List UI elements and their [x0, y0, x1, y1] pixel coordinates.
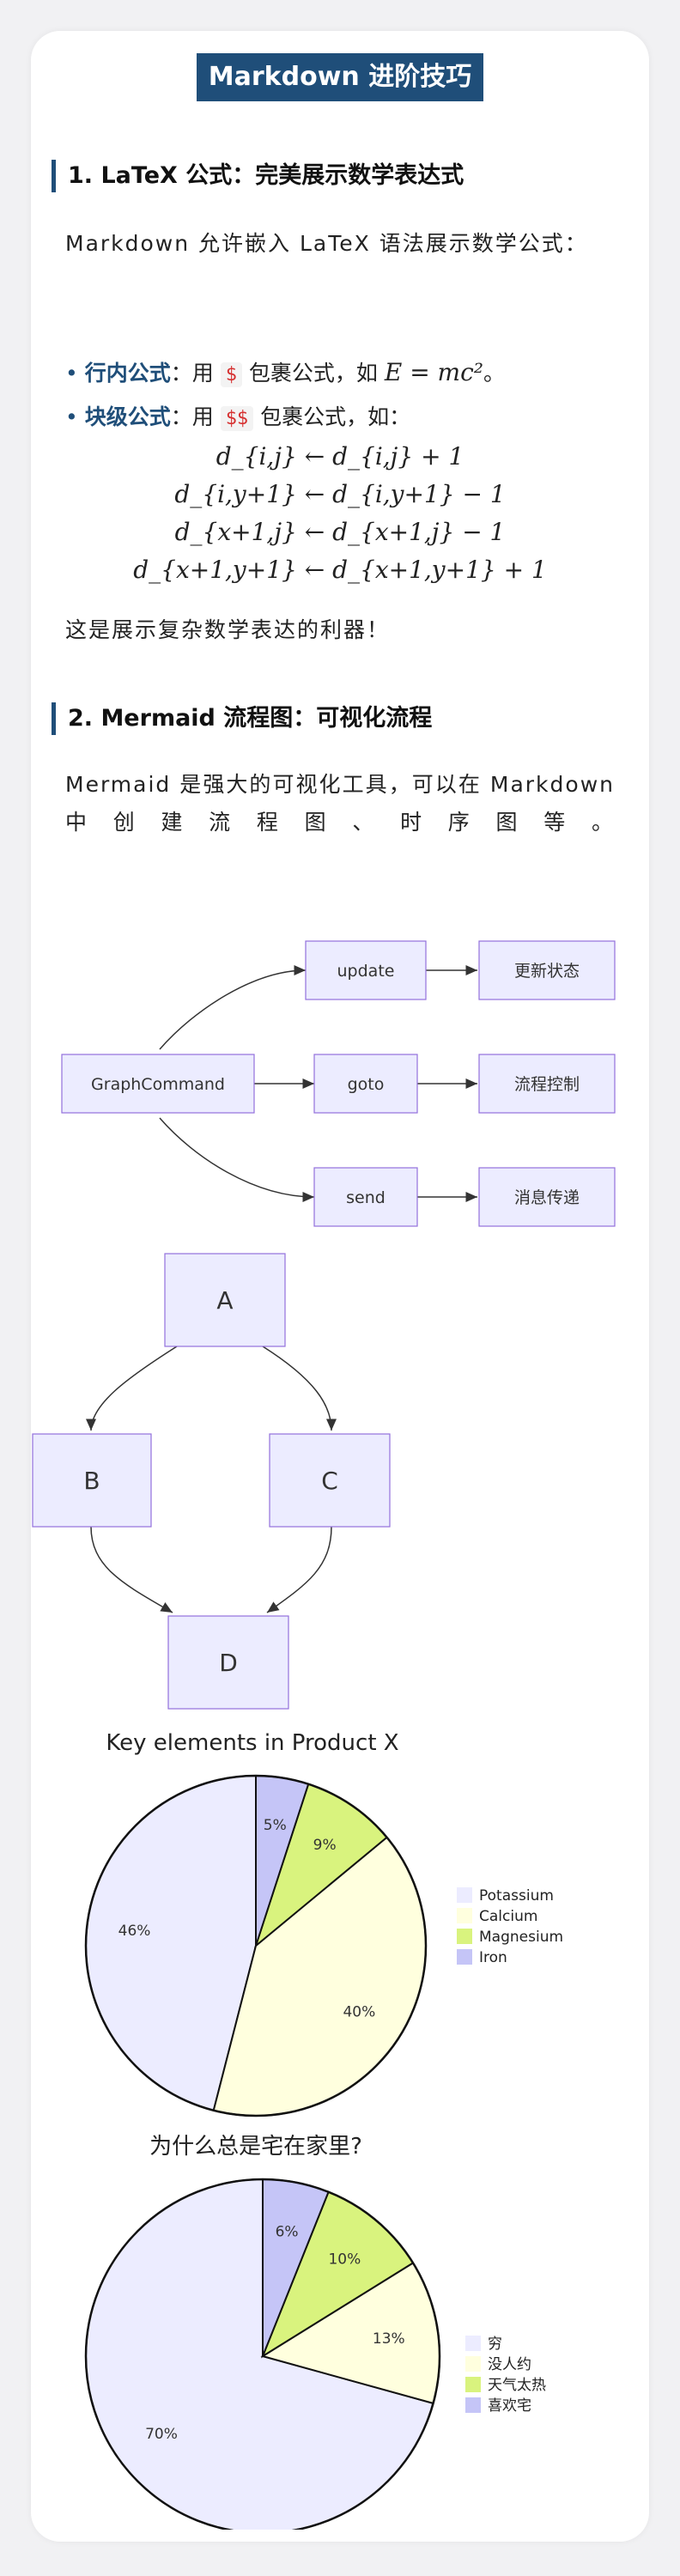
flow-edge [159, 1117, 315, 1202]
pie-slice-label: 6% [276, 2223, 299, 2240]
node-a-label: A [216, 1286, 233, 1315]
bullet-text: ：用 [170, 404, 214, 429]
pie-slice-label: 13% [373, 2330, 405, 2348]
inline-code: $ [220, 362, 242, 387]
legend-swatch [465, 2356, 481, 2372]
flow-edge [266, 1526, 332, 1613]
section2-intro: Mermaid 是强大的可视化工具，可以在 Markdown 中创建流程图、时序… [65, 772, 615, 835]
section1-heading: 1. LaTeX 公式：完美展示数学表达式 [52, 160, 464, 192]
inline-formula: E = mc² [384, 358, 484, 386]
chart-title: 为什么总是宅在家里? [149, 2134, 362, 2160]
pie-slice-label: 9% [313, 1837, 337, 1854]
legend-swatch [457, 1949, 472, 1965]
section1-closing: 这是展示复杂数学表达的利器！ [65, 617, 391, 642]
article-card: Markdown 进阶技巧 1. LaTeX 公式：完美展示数学表达式 Mark… [31, 31, 649, 2542]
bullet-keyword: 行内公式 [84, 361, 171, 386]
equation-4: d_{x+1,y+1} ← d_{x+1,y+1} + 1 [133, 556, 547, 584]
node-message-passing-label: 消息传递 [514, 1188, 580, 1207]
pie-slice-label: 5% [264, 1817, 287, 1834]
node-update-label: update [337, 962, 395, 981]
node-goto-label: goto [348, 1075, 385, 1094]
node-d-label: D [219, 1649, 238, 1677]
legend-swatch [465, 2336, 481, 2351]
bullet-text: ：用 [170, 361, 214, 386]
pie-chart-product-x: Key elements in Product X 46% 40% 9% 5% Potas… [84, 1730, 563, 2117]
node-b-label: B [83, 1467, 100, 1495]
legend-entry: Magnesium [479, 1929, 563, 1946]
equation-3: d_{x+1,j} ← d_{x+1,j} − 1 [174, 518, 506, 546]
flowchart-graphcommand: GraphCommand update goto send 更新状态 流程控制 … [61, 940, 616, 1227]
inline-code: $$ [220, 406, 254, 431]
bullet-keyword: 块级公式 [84, 404, 171, 429]
flow-edge [262, 1346, 337, 1431]
bullet-dot: • [65, 361, 78, 386]
equation-1: d_{i,j} ← d_{i,j} + 1 [216, 442, 464, 471]
pie-slice-label: 70% [145, 2426, 178, 2443]
pie-slice-label: 10% [328, 2251, 361, 2268]
equation-2: d_{i,y+1} ← d_{i,y+1} − 1 [174, 480, 506, 508]
legend-entry: 天气太热 [488, 2377, 546, 2394]
legend-swatch [457, 1929, 472, 1944]
pie-chart-stay-home: 为什么总是宅在家里? 70% 13% 10% 6% 穷没人约天气太热喜欢宅 [84, 2134, 546, 2530]
node-c-label: C [321, 1467, 338, 1495]
bullet-end: 。 [483, 361, 506, 386]
page-title: Markdown 进阶技巧 [31, 53, 649, 101]
legend-entry: Potassium [479, 1887, 554, 1905]
page-title-text: Markdown 进阶技巧 [196, 53, 484, 101]
flow-edge [90, 1526, 173, 1613]
pie-slice-label: 46% [118, 1923, 151, 1940]
legend-entry: 穷 [488, 2336, 502, 2353]
section1-intro: Markdown 允许嵌入 LaTeX 语法展示数学公式： [65, 231, 588, 256]
legend-swatch [457, 1887, 472, 1903]
legend-swatch [465, 2397, 481, 2413]
legend-entry: Calcium [479, 1908, 537, 1925]
node-update-state-label: 更新状态 [514, 962, 580, 981]
bullet-text: 包裹公式，如： [260, 404, 411, 429]
bullet-block-formula: • 块级公式：用 $$ 包裹公式，如： [65, 400, 410, 436]
pie-slice-label: 40% [343, 2003, 375, 2020]
legend-swatch [457, 1908, 472, 1923]
bullet-text: 包裹公式，如 [248, 361, 378, 386]
section2-heading: 2. Mermaid 流程图：可视化流程 [52, 702, 432, 735]
legend-entry: Iron [479, 1949, 507, 1966]
legend-entry: 喜欢宅 [488, 2397, 531, 2415]
bullet-inline-formula: • 行内公式：用 $ 包裹公式，如 E = mc²。 [65, 355, 505, 392]
node-graphcommand-label: GraphCommand [91, 1075, 225, 1094]
bullet-dot: • [65, 404, 78, 429]
node-send-label: send [346, 1188, 386, 1207]
node-flow-control-label: 流程控制 [514, 1075, 580, 1094]
chart-title: Key elements in Product X [106, 1730, 398, 1756]
legend-entry: 没人约 [488, 2356, 531, 2373]
legend-swatch [465, 2377, 481, 2392]
flow-edge [159, 965, 307, 1050]
flowchart-abcd: A B C D [32, 1253, 391, 1710]
flow-edge [86, 1346, 178, 1431]
